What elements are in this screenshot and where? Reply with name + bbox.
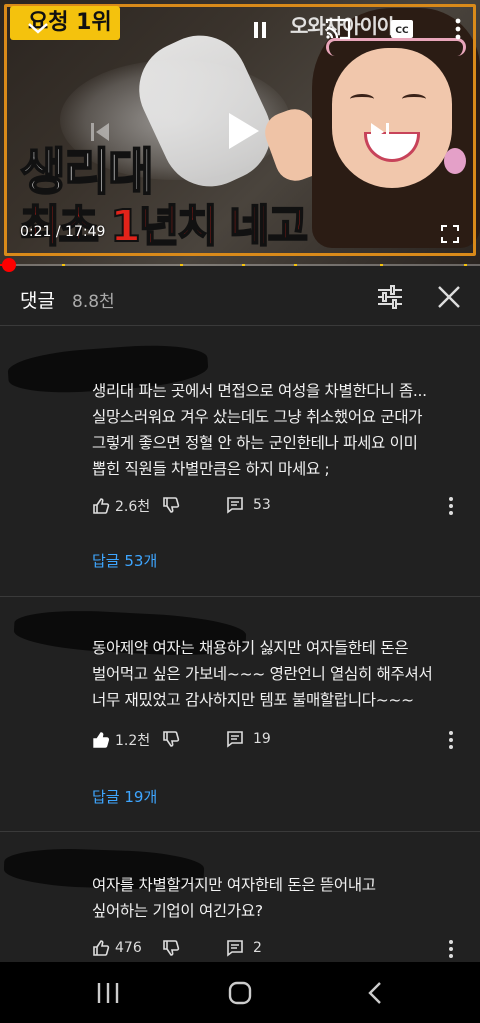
- home-icon[interactable]: [220, 978, 260, 1008]
- more-vertical-icon[interactable]: [448, 730, 468, 754]
- like-button[interactable]: 1.2천: [92, 730, 150, 750]
- comments-header: 댓글 8.8천: [0, 270, 480, 326]
- next-icon[interactable]: [364, 116, 396, 148]
- thumbs-up-icon: [92, 939, 110, 957]
- play-icon[interactable]: [220, 108, 266, 154]
- time-display: 0:21 / 17:49: [20, 224, 106, 240]
- reply-button[interactable]: 53: [226, 496, 271, 514]
- comment-icon: [226, 939, 244, 957]
- fullscreen-icon[interactable]: [438, 222, 462, 246]
- reply-button[interactable]: 19: [226, 730, 271, 748]
- cast-icon[interactable]: [322, 14, 354, 44]
- comment-actions: 1.2천 19: [92, 730, 472, 754]
- view-replies-link[interactable]: 답글 53개: [92, 550, 157, 571]
- view-replies-link[interactable]: 답글 19개: [92, 786, 157, 807]
- thumbnail-subtitle: 최초 1년치 네고: [19, 200, 309, 253]
- comment-text: 여자를 차별할거지만 여자한테 돈은 뜯어내고 싶어하는 기업이 여긴가요?: [92, 876, 376, 920]
- comment-text: 생리대 파는 곳에서 면접으로 여성을 차별한다니 좀... 실망스러워요 겨우…: [92, 382, 427, 478]
- like-button[interactable]: 476: [92, 939, 142, 957]
- reply-button[interactable]: 2: [226, 939, 262, 957]
- like-count: 476: [115, 940, 142, 956]
- comments-title: 댓글: [20, 290, 55, 312]
- thumbs-down-icon: [162, 730, 180, 748]
- back-icon[interactable]: [356, 978, 396, 1008]
- more-vertical-icon[interactable]: [444, 14, 472, 44]
- like-count: 2.6천: [115, 499, 151, 515]
- close-icon[interactable]: [434, 282, 466, 314]
- pause-icon[interactable]: [246, 16, 274, 44]
- thumbs-down-icon: [162, 496, 180, 514]
- progress-bar[interactable]: [0, 264, 480, 266]
- comment-item: 생리대 파는 곳에서 면접으로 여성을 차별한다니 좀... 실망스러워요 겨우…: [0, 326, 480, 596]
- thumbs-up-icon: [92, 497, 110, 515]
- captions-icon[interactable]: CC: [386, 14, 418, 44]
- collapse-chevron-icon[interactable]: [22, 14, 54, 42]
- reply-count: 2: [253, 940, 262, 956]
- comment-actions: 2.6천 53: [92, 496, 472, 520]
- sort-filter-icon[interactable]: [376, 284, 406, 312]
- dislike-button[interactable]: [162, 730, 180, 748]
- like-button[interactable]: 2.6천: [92, 496, 150, 516]
- comment-icon: [226, 730, 244, 748]
- svg-text:CC: CC: [395, 26, 409, 36]
- comment-text: 동아제약 여자는 채용하기 싫지만 여자들한테 돈은 벌어먹고 싶은 가보네~~…: [92, 639, 433, 709]
- more-vertical-icon[interactable]: [448, 939, 468, 963]
- thumbs-down-icon: [162, 939, 180, 957]
- comment-actions: 476 2: [92, 939, 472, 963]
- dislike-button[interactable]: [162, 496, 180, 514]
- reply-count: 53: [253, 497, 271, 513]
- reply-count: 19: [253, 731, 271, 747]
- comment-item: 동아제약 여자는 채용하기 싫지만 여자들한테 돈은 벌어먹고 싶은 가보네~~…: [0, 597, 480, 831]
- comments-count: 8.8천: [72, 292, 115, 312]
- comment-icon: [226, 496, 244, 514]
- comment-item: 여자를 차별할거지만 여자한테 돈은 뜯어내고 싶어하는 기업이 여긴가요? 4…: [0, 832, 480, 962]
- previous-icon[interactable]: [84, 116, 116, 148]
- recent-apps-icon[interactable]: [88, 978, 128, 1008]
- like-count: 1.2천: [115, 733, 151, 749]
- more-vertical-icon[interactable]: [448, 496, 468, 520]
- system-navigation-bar: [0, 962, 480, 1023]
- video-player[interactable]: 요청 1위 오와사아이야 생리대 최초 1년치 네고 CC 0:21 / 17:…: [0, 0, 480, 266]
- dislike-button[interactable]: [162, 939, 180, 957]
- thumbs-up-icon: [92, 731, 110, 749]
